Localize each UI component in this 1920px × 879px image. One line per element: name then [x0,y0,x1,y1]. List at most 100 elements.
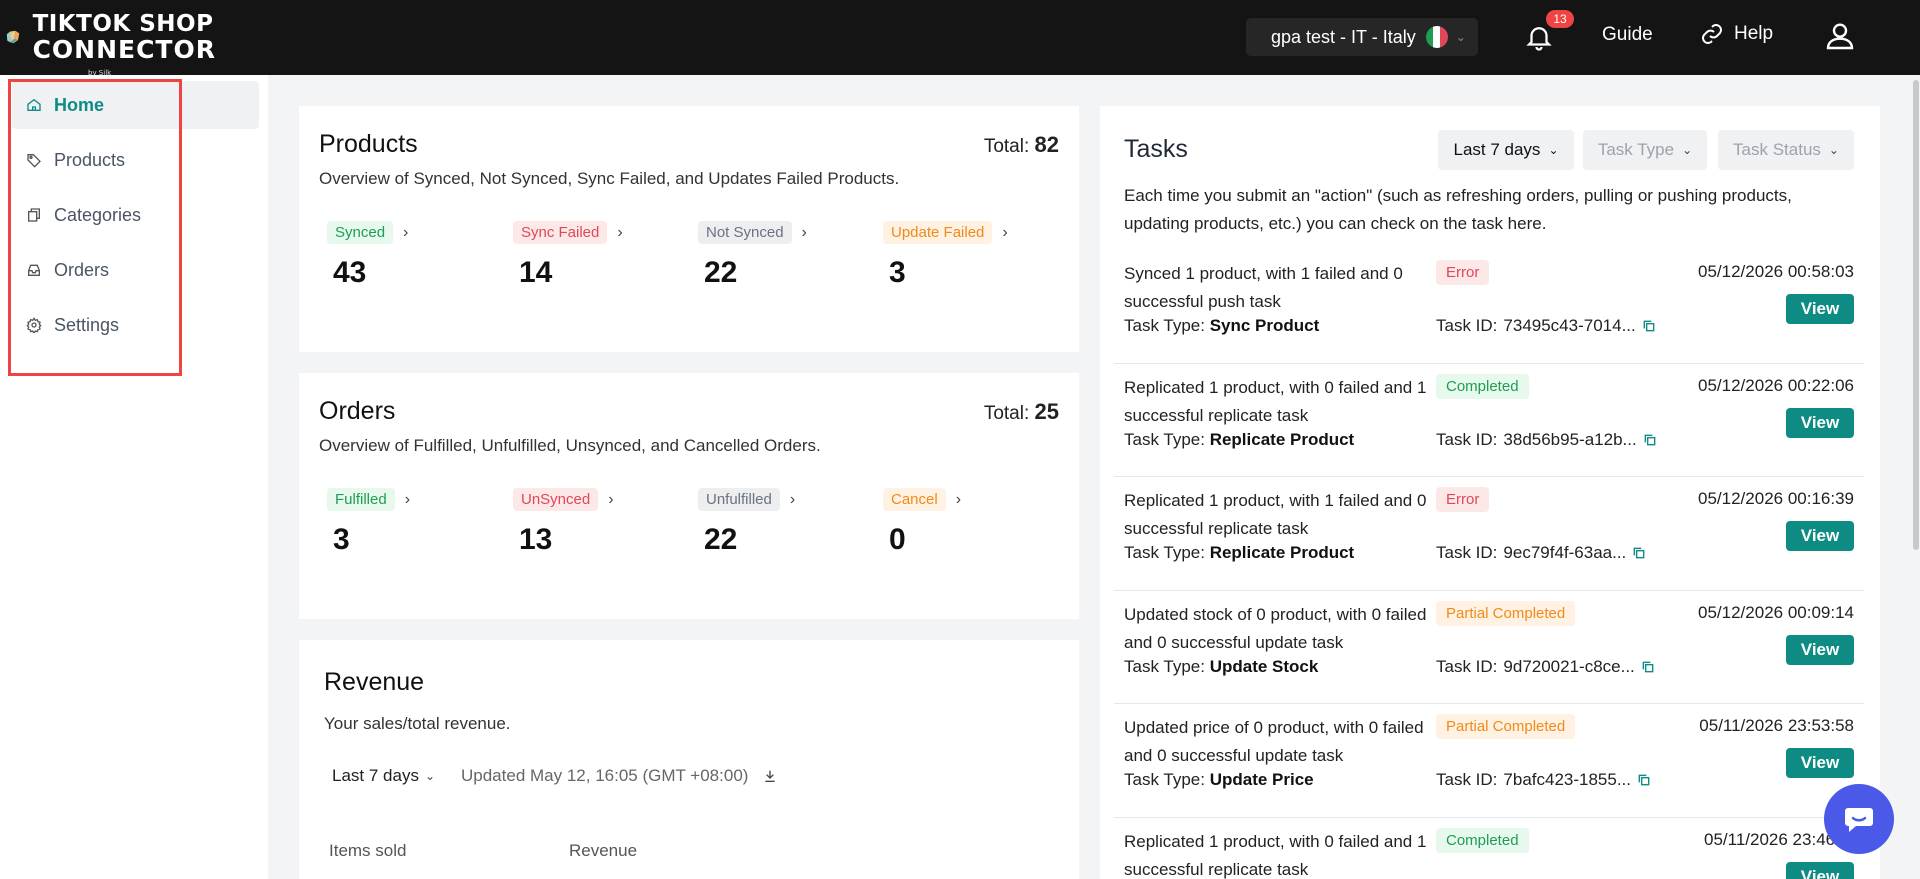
id-label: Task ID: [1436,657,1498,676]
stat-value: 43 [333,256,367,289]
orders-subtitle: Overview of Fulfilled, Unfulfilled, Unsy… [319,436,821,455]
sidebar-item-categories[interactable]: Categories [12,191,259,239]
copy-icon[interactable] [1642,319,1656,333]
guide-link[interactable]: Guide [1602,24,1653,46]
revenue-header: Revenue [569,841,638,860]
stat-value: 13 [519,523,553,556]
chat-support-button[interactable] [1824,784,1894,854]
status-badge: Error [1436,487,1490,512]
status-badge: UnSynced [513,488,599,511]
revenue-range-select[interactable]: Last 7 days ⌄ [332,766,435,786]
task-date: 05/11/2026 23:53:58 [1699,716,1854,735]
sidebar-item-label: Orders [54,259,110,280]
brand-line-2: CONNECTOR [32,35,216,64]
stat-update-failed[interactable]: Update Failed › 3 [883,221,1008,290]
status-badge: Completed [1436,828,1529,853]
task-id: Task ID: 9ec79f4f-63aa... [1436,543,1646,563]
stat-unfulfilled[interactable]: Unfulfilled › 22 [698,488,795,557]
task-type: Task Type: Sync Product [1124,316,1319,336]
help-label: Help [1734,23,1774,44]
stat-value: 22 [704,523,738,556]
view-button[interactable]: View [1786,521,1854,551]
brand-logo[interactable]: TIKTOK SHOP CONNECTOR by Silk [6,6,216,78]
top-bar: TIKTOK SHOP CONNECTOR by Silk gpa test -… [0,0,1920,78]
chevron-down-icon: ⌄ [1455,30,1466,44]
id-value: 7bafc423-1855... [1503,770,1632,789]
task-id: Task ID: 9d720021-c8ce... [1436,657,1655,677]
updated-text: Updated May 12, 16:05 (GMT +08:00) [461,766,749,785]
stat-unsynced[interactable]: UnSynced › 13 [513,488,614,557]
sidebar-item-products[interactable]: Products [12,136,259,184]
view-button[interactable]: View [1786,862,1854,879]
view-button[interactable]: View [1786,408,1854,438]
chevron-right-icon: › [608,491,614,508]
scrollbar-thumb[interactable] [1913,80,1919,550]
copy-icon[interactable] [1632,546,1646,560]
user-icon[interactable] [1824,20,1856,52]
stat-cancel[interactable]: Cancel › 0 [883,488,961,557]
task-status-filter[interactable]: Task Status ⌄ [1718,130,1854,170]
status-badge: Partial Completed [1436,601,1576,626]
sidebar-item-home[interactable]: Home [12,81,259,129]
task-type: Task Type: Update Stock [1124,657,1318,677]
sidebar-item-settings[interactable]: Settings [12,301,259,349]
task-row: Replicated 1 product, with 1 failed and … [1114,477,1864,591]
task-row: Replicated 1 product, with 0 failed and … [1114,364,1864,477]
type-label: Task Type: [1124,316,1205,335]
sidebar-item-label: Home [54,94,105,115]
copy-icon[interactable] [1641,660,1655,674]
status-badge: Partial Completed [1436,714,1576,739]
task-date: 05/12/2026 00:22:06 [1698,376,1854,395]
link-icon [1702,24,1722,44]
chevron-right-icon: › [801,224,807,241]
tasks-title: Tasks [1124,135,1188,163]
status-badge: Error [1436,260,1490,285]
status-badge: Synced [327,221,394,244]
tasks-description: Each time you submit an "action" (such a… [1124,186,1792,233]
task-description: Replicated 1 product, with 1 failed and … [1124,491,1427,538]
id-value: 73495c43-7014... [1503,316,1636,335]
revenue-subtitle: Your sales/total revenue. [324,714,511,733]
chevron-down-icon: ⌄ [1828,143,1839,157]
task-date: 05/12/2026 00:58:03 [1698,262,1854,281]
range-label: Last 7 days [332,766,419,785]
logo-icon [6,30,20,44]
copy-icon[interactable] [1637,773,1651,787]
revenue-title: Revenue [324,668,425,696]
gear-icon [26,317,42,333]
brand-name: TIKTOK SHOP CONNECTOR by Silk [32,12,216,78]
view-button[interactable]: View [1786,748,1854,778]
view-button[interactable]: View [1786,635,1854,665]
id-label: Task ID: [1436,430,1498,449]
notification-badge: 13 [1546,10,1574,28]
view-button[interactable]: View [1786,294,1854,324]
task-range-filter[interactable]: Last 7 days ⌄ [1438,130,1574,170]
task-type-filter[interactable]: Task Type ⌄ [1583,130,1707,170]
status-badge: Unfulfilled [698,488,780,511]
id-value: 38d56b95-a12b... [1503,430,1637,449]
inbox-icon [28,264,40,276]
chevron-right-icon: › [404,491,411,508]
chevron-down-icon: ⌄ [424,769,436,783]
sidebar-item-orders[interactable]: Orders [12,246,259,294]
stat-sync-failed[interactable]: Sync Failed › 14 [513,221,623,290]
help-link[interactable]: Help [1700,22,1773,46]
id-label: Task ID: [1436,543,1498,562]
filter-label: Task Status [1733,140,1821,159]
task-date: 05/12/2026 00:09:14 [1698,603,1854,622]
task-row: Updated price of 0 product, with 0 faile… [1114,704,1864,818]
filter-label: Task Type [1597,140,1675,159]
task-id: Task ID: 7bafc423-1855... [1436,770,1651,790]
store-selector[interactable]: gpa test - IT - Italy ⌄ [1246,18,1478,56]
stat-fulfilled[interactable]: Fulfilled › 3 [327,488,410,557]
stat-not-synced[interactable]: Not Synced › 22 [698,221,807,290]
type-label: Task Type: [1124,770,1205,789]
products-total: Total: 82 [984,132,1059,158]
total-label: Total: [983,403,1030,424]
download-icon[interactable] [762,768,778,784]
stat-synced[interactable]: Synced › 43 [327,221,408,290]
type-value: Replicate Product [1209,543,1355,562]
status-badge: Not Synced [698,221,792,244]
copy-icon[interactable] [1643,433,1657,447]
products-subtitle: Overview of Synced, Not Synced, Sync Fai… [319,169,900,188]
